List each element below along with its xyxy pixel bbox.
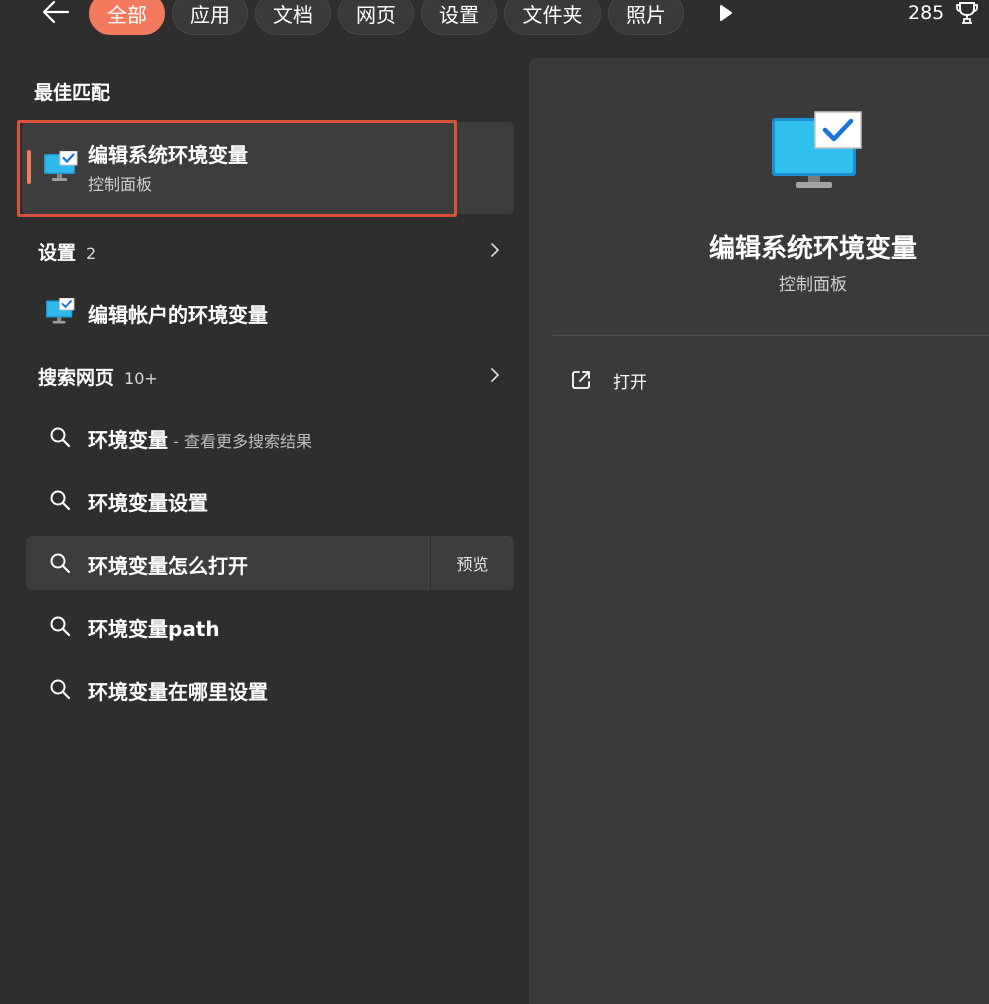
web-result-label: 环境变量 [88,428,168,452]
tab-apps[interactable]: 应用 [172,0,248,35]
search-icon [50,427,71,448]
more-tabs-button[interactable] [710,0,742,28]
best-match-card[interactable] [22,122,514,214]
tab-documents[interactable]: 文档 [255,0,331,35]
rewards-points[interactable]: 285 [908,2,944,24]
open-action-label: 打开 [613,373,647,393]
tab-web[interactable]: 网页 [338,0,414,35]
tab-settings[interactable]: 设置 [421,0,497,35]
selection-indicator [27,150,31,184]
settings-section-heading[interactable]: 设置 2 [38,238,96,265]
open-external-icon [572,371,590,389]
filter-bar: 全部 应用 文档 网页 设置 文件夹 照片 285 [0,0,989,40]
web-result-label: 环境变量怎么打开 [88,554,248,578]
play-icon [720,5,732,21]
settings-item-env-vars-account[interactable]: 编辑帐户的环境变量 [88,299,268,328]
chevron-right-icon[interactable] [488,243,502,257]
search-icon [50,616,71,637]
search-icon [50,679,71,700]
web-result-item[interactable]: 环境变量 - 查看更多搜索结果 [88,424,312,453]
detail-divider [553,335,989,336]
tab-photos[interactable]: 照片 [608,0,684,35]
search-icon [50,553,71,574]
web-result-hint: - 查看更多搜索结果 [168,432,312,451]
trophy-icon[interactable] [954,0,980,26]
web-section-heading[interactable]: 搜索网页 10+ [38,363,158,390]
web-result-item[interactable]: 环境变量在哪里设置 [88,676,268,705]
settings-section-label: 设置 [38,242,77,264]
best-match-title: 编辑系统环境变量 [88,143,248,167]
system-env-monitor-icon [46,298,75,324]
web-section-label: 搜索网页 [38,367,115,389]
chevron-right-icon[interactable] [488,368,502,382]
search-icon [50,490,71,511]
back-button[interactable] [38,0,74,30]
web-result-item[interactable]: 环境变量path [88,613,220,642]
web-section-count: 10+ [124,369,158,388]
system-env-monitor-icon [44,151,78,181]
web-result-item[interactable]: 环境变量设置 [88,487,208,516]
detail-pane [529,58,989,1004]
detail-subtitle: 控制面板 [779,275,847,295]
system-env-monitor-icon [772,111,862,188]
arrow-left-icon [42,0,70,24]
tab-all[interactable]: 全部 [89,0,165,35]
settings-section-count: 2 [86,244,97,263]
windows-search-panel: 全部 应用 文档 网页 设置 文件夹 照片 285 最佳匹配 编辑系统环境变量 … [0,0,989,1004]
tab-folders[interactable]: 文件夹 [504,0,601,35]
best-match-heading: 最佳匹配 [34,82,111,104]
detail-title: 编辑系统环境变量 [708,234,917,264]
preview-button[interactable]: 预览 [431,536,514,590]
best-match-subtitle: 控制面板 [88,175,153,194]
